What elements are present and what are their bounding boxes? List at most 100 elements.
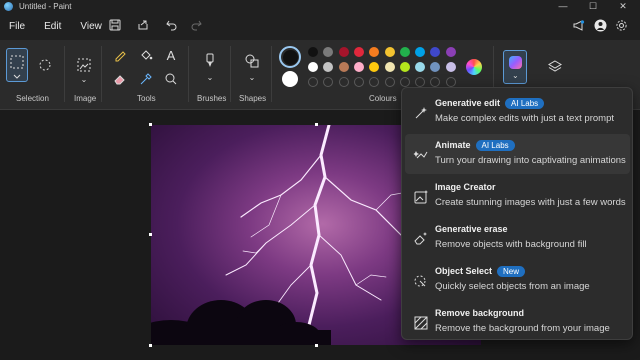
text-tool-icon[interactable]: A bbox=[162, 46, 180, 64]
shapes-dropdown-chevron-icon[interactable]: ⌄ bbox=[243, 68, 261, 86]
edit-colours-icon[interactable] bbox=[466, 59, 482, 75]
menu-item-object-select[interactable]: Object Select New Quickly select objects … bbox=[405, 260, 630, 300]
menu-item-title: Animate bbox=[435, 140, 471, 150]
group-label-colours: Colours bbox=[369, 94, 397, 103]
pencil-icon[interactable] bbox=[111, 46, 129, 64]
palette-color-swatch[interactable] bbox=[430, 47, 441, 57]
palette-color-swatch[interactable] bbox=[399, 47, 410, 57]
new-badge: New bbox=[497, 266, 526, 277]
megaphone-icon[interactable] bbox=[570, 17, 586, 33]
save-icon[interactable] bbox=[107, 17, 123, 33]
eraser-icon[interactable] bbox=[111, 70, 129, 88]
ribbon-divider bbox=[271, 46, 272, 102]
undo-icon[interactable] bbox=[164, 17, 180, 33]
ribbon-divider bbox=[101, 46, 102, 102]
custom-color-slot[interactable] bbox=[353, 77, 364, 87]
rectangle-select-button[interactable] bbox=[6, 48, 28, 82]
palette-color-swatch[interactable] bbox=[399, 62, 410, 72]
magnifier-icon[interactable] bbox=[162, 70, 180, 88]
menu-item-title: Object Select bbox=[435, 266, 493, 276]
palette-color-swatch[interactable] bbox=[323, 62, 334, 72]
primary-color-fill bbox=[282, 49, 298, 65]
custom-color-slot[interactable] bbox=[369, 77, 380, 87]
group-label-shapes: Shapes bbox=[239, 94, 267, 103]
palette-color-swatch[interactable] bbox=[384, 62, 395, 72]
menu-item-title: Image Creator bbox=[435, 182, 496, 192]
menu-edit[interactable]: Edit bbox=[35, 21, 70, 32]
custom-color-slot[interactable] bbox=[338, 77, 349, 87]
palette-color-swatch[interactable] bbox=[369, 47, 380, 57]
resize-handle[interactable] bbox=[315, 123, 318, 126]
menu-item-title: Generative edit bbox=[435, 98, 501, 108]
image-creator-icon bbox=[413, 189, 429, 205]
maximize-button[interactable]: ☐ bbox=[578, 0, 608, 12]
menu-item-description: Remove the background from your image bbox=[435, 323, 610, 334]
menu-item-generative-edit[interactable]: Generative edit AI Labs Make complex edit… bbox=[405, 92, 630, 132]
resize-handle[interactable] bbox=[149, 233, 152, 236]
resize-handle[interactable] bbox=[149, 123, 152, 126]
copilot-dropdown-chevron-icon: ⌄ bbox=[512, 71, 519, 80]
window-title: Untitled - Paint bbox=[19, 1, 72, 11]
palette-color-swatch[interactable] bbox=[415, 47, 426, 57]
group-label-image: Image bbox=[74, 94, 97, 103]
settings-icon[interactable] bbox=[613, 17, 629, 33]
resize-handle[interactable] bbox=[315, 344, 318, 347]
custom-color-slot[interactable] bbox=[415, 77, 426, 87]
animate-icon bbox=[413, 147, 429, 163]
group-label-brushes: Brushes bbox=[197, 94, 227, 103]
menu-item-title: Generative erase bbox=[435, 224, 508, 234]
paint-app-icon bbox=[4, 1, 13, 11]
share-icon[interactable] bbox=[135, 17, 151, 33]
brushes-dropdown-chevron-icon[interactable]: ⌄ bbox=[201, 68, 219, 86]
free-select-icon[interactable] bbox=[36, 56, 54, 74]
generative-erase-icon bbox=[413, 231, 429, 247]
group-label-selection: Selection bbox=[16, 94, 49, 103]
palette-color-swatch[interactable] bbox=[445, 47, 456, 57]
copilot-ai-menu: Generative edit AI Labs Make complex edit… bbox=[401, 87, 633, 340]
minimize-button[interactable]: — bbox=[548, 0, 578, 12]
menu-item-generative-erase[interactable]: Generative erase Remove objects with bac… bbox=[405, 218, 630, 258]
redo-icon[interactable] bbox=[188, 17, 204, 33]
rectangle-select-icon bbox=[10, 55, 24, 79]
title-bar: Untitled - Paint bbox=[0, 0, 640, 12]
menu-item-animate[interactable]: Animate AI Labs Turn your drawing into ca… bbox=[405, 134, 630, 174]
ribbon-divider bbox=[188, 46, 189, 102]
custom-color-slot[interactable] bbox=[384, 77, 395, 87]
image-dropdown-chevron-icon[interactable]: ⌄ bbox=[75, 70, 93, 88]
palette-color-swatch[interactable] bbox=[353, 47, 364, 57]
palette-color-swatch[interactable] bbox=[415, 62, 426, 72]
palette-color-swatch[interactable] bbox=[353, 62, 364, 72]
copilot-button[interactable]: ⌄ bbox=[503, 50, 527, 84]
palette-color-swatch[interactable] bbox=[323, 47, 334, 57]
palette-color-swatch[interactable] bbox=[384, 47, 395, 57]
account-icon[interactable] bbox=[592, 17, 608, 33]
secondary-color-swatch[interactable] bbox=[282, 71, 298, 87]
layers-icon[interactable] bbox=[546, 58, 564, 76]
menu-item-description: Quickly select objects from an image bbox=[435, 281, 590, 292]
menu-item-remove-background[interactable]: Remove background Remove the background … bbox=[405, 302, 630, 342]
ribbon-divider bbox=[230, 46, 231, 102]
custom-color-slot[interactable] bbox=[399, 77, 410, 87]
group-label-tools: Tools bbox=[137, 94, 156, 103]
palette-color-swatch[interactable] bbox=[430, 62, 441, 72]
resize-handle[interactable] bbox=[149, 344, 152, 347]
tree-silhouette bbox=[151, 300, 331, 345]
palette-color-swatch[interactable] bbox=[338, 62, 349, 72]
remove-background-icon bbox=[413, 315, 429, 331]
close-button[interactable]: ✕ bbox=[608, 0, 638, 12]
primary-color-swatch[interactable] bbox=[279, 46, 301, 68]
palette-color-swatch[interactable] bbox=[338, 47, 349, 57]
color-picker-icon[interactable] bbox=[137, 70, 155, 88]
palette-color-swatch[interactable] bbox=[308, 62, 318, 72]
custom-color-slot[interactable] bbox=[445, 77, 456, 87]
palette-color-swatch[interactable] bbox=[308, 47, 318, 57]
palette-color-swatch[interactable] bbox=[445, 62, 456, 72]
custom-color-slot[interactable] bbox=[430, 77, 441, 87]
menu-file[interactable]: File bbox=[0, 21, 34, 32]
fill-bucket-icon[interactable] bbox=[137, 46, 155, 64]
menu-item-image-creator[interactable]: Image Creator Create stunning images wit… bbox=[405, 176, 630, 216]
custom-color-slot[interactable] bbox=[323, 77, 334, 87]
menu-view[interactable]: View bbox=[71, 21, 111, 32]
palette-color-swatch[interactable] bbox=[369, 62, 380, 72]
custom-color-slot[interactable] bbox=[308, 77, 318, 87]
